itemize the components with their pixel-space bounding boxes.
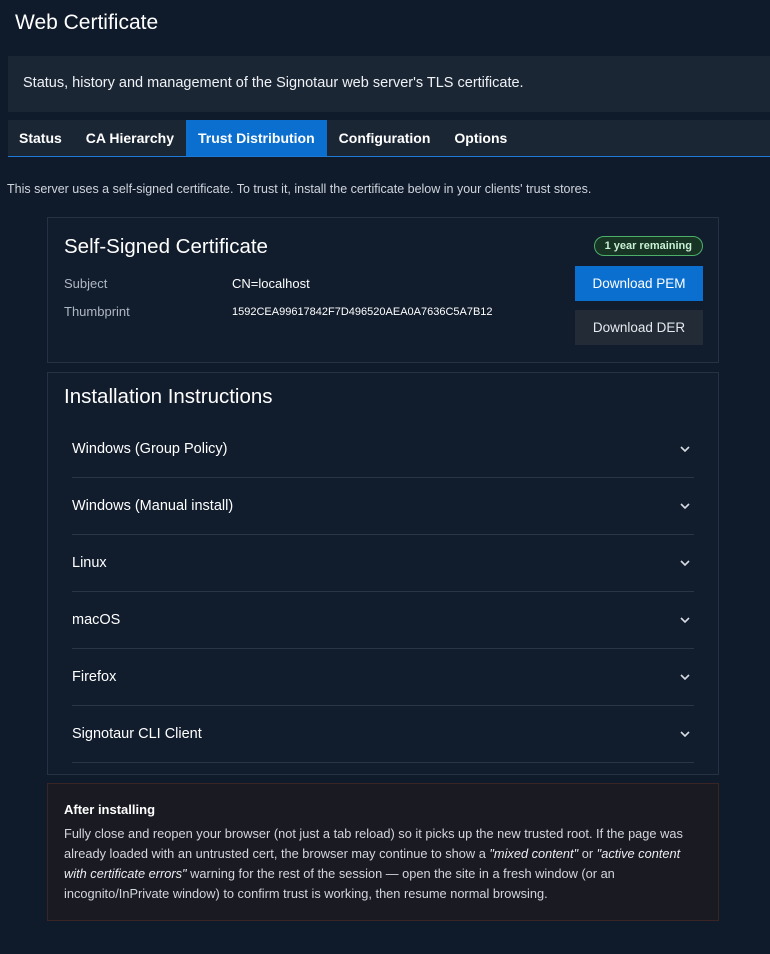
page-description: Status, history and management of the Si… [23, 75, 524, 91]
chevron-down-icon [680, 731, 690, 738]
accordion-label: Linux [72, 555, 107, 571]
accordion-label: Windows (Manual install) [72, 498, 234, 514]
chevron-down-icon [680, 560, 690, 567]
chevron-down-icon [680, 617, 690, 624]
notice-text: or [578, 846, 597, 861]
accordion-label: Windows (Group Policy) [72, 441, 228, 457]
tab-configuration[interactable]: Configuration [327, 120, 443, 156]
instructions-accordion: Windows (Group Policy) Windows (Manual i… [72, 421, 694, 763]
accordion-windows-manual[interactable]: Windows (Manual install) [72, 478, 694, 535]
installation-title: Installation Instructions [64, 385, 273, 408]
notice-title: After installing [64, 802, 156, 817]
page-title: Web Certificate [15, 11, 159, 34]
subject-value: CN=localhost [232, 276, 310, 291]
chevron-down-icon [680, 503, 690, 510]
download-der-button[interactable]: Download DER [575, 310, 703, 345]
accordion-label: macOS [72, 612, 121, 628]
accordion-label: Signotaur CLI Client [72, 726, 202, 742]
certificate-card: Self-Signed Certificate 1 year remaining… [47, 217, 719, 363]
tab-ca-hierarchy[interactable]: CA Hierarchy [74, 120, 186, 156]
validity-badge: 1 year remaining [593, 236, 703, 256]
accordion-signotaur-cli[interactable]: Signotaur CLI Client [72, 706, 694, 763]
accordion-macos[interactable]: macOS [72, 592, 694, 649]
download-pem-button[interactable]: Download PEM [575, 266, 703, 301]
subject-label: Subject [64, 276, 108, 291]
tab-status[interactable]: Status [8, 120, 74, 156]
notice-emphasis: "mixed content" [489, 846, 579, 861]
accordion-linux[interactable]: Linux [72, 535, 694, 592]
intro-text: This server uses a self-signed certifica… [7, 182, 592, 196]
thumbprint-value: 1592CEA99617842F7D496520AEA0A7636C5A7B12 [232, 306, 493, 318]
accordion-windows-group-policy[interactable]: Windows (Group Policy) [72, 421, 694, 478]
accordion-label: Firefox [72, 669, 117, 685]
accordion-firefox[interactable]: Firefox [72, 649, 694, 706]
tab-options[interactable]: Options [442, 120, 519, 156]
page-description-bar: Status, history and management of the Si… [8, 56, 770, 112]
tab-trust-distribution[interactable]: Trust Distribution [185, 120, 327, 156]
notice-body: Fully close and reopen your browser (not… [64, 824, 704, 904]
after-installing-notice: After installing Fully close and reopen … [47, 783, 719, 921]
chevron-down-icon [680, 674, 690, 681]
thumbprint-label: Thumbprint [64, 304, 130, 319]
chevron-down-icon [680, 446, 690, 453]
tab-bar: Status CA Hierarchy Trust Distribution C… [8, 120, 770, 157]
installation-instructions-card: Installation Instructions Windows (Group… [47, 372, 719, 775]
certificate-title: Self-Signed Certificate [64, 235, 268, 258]
